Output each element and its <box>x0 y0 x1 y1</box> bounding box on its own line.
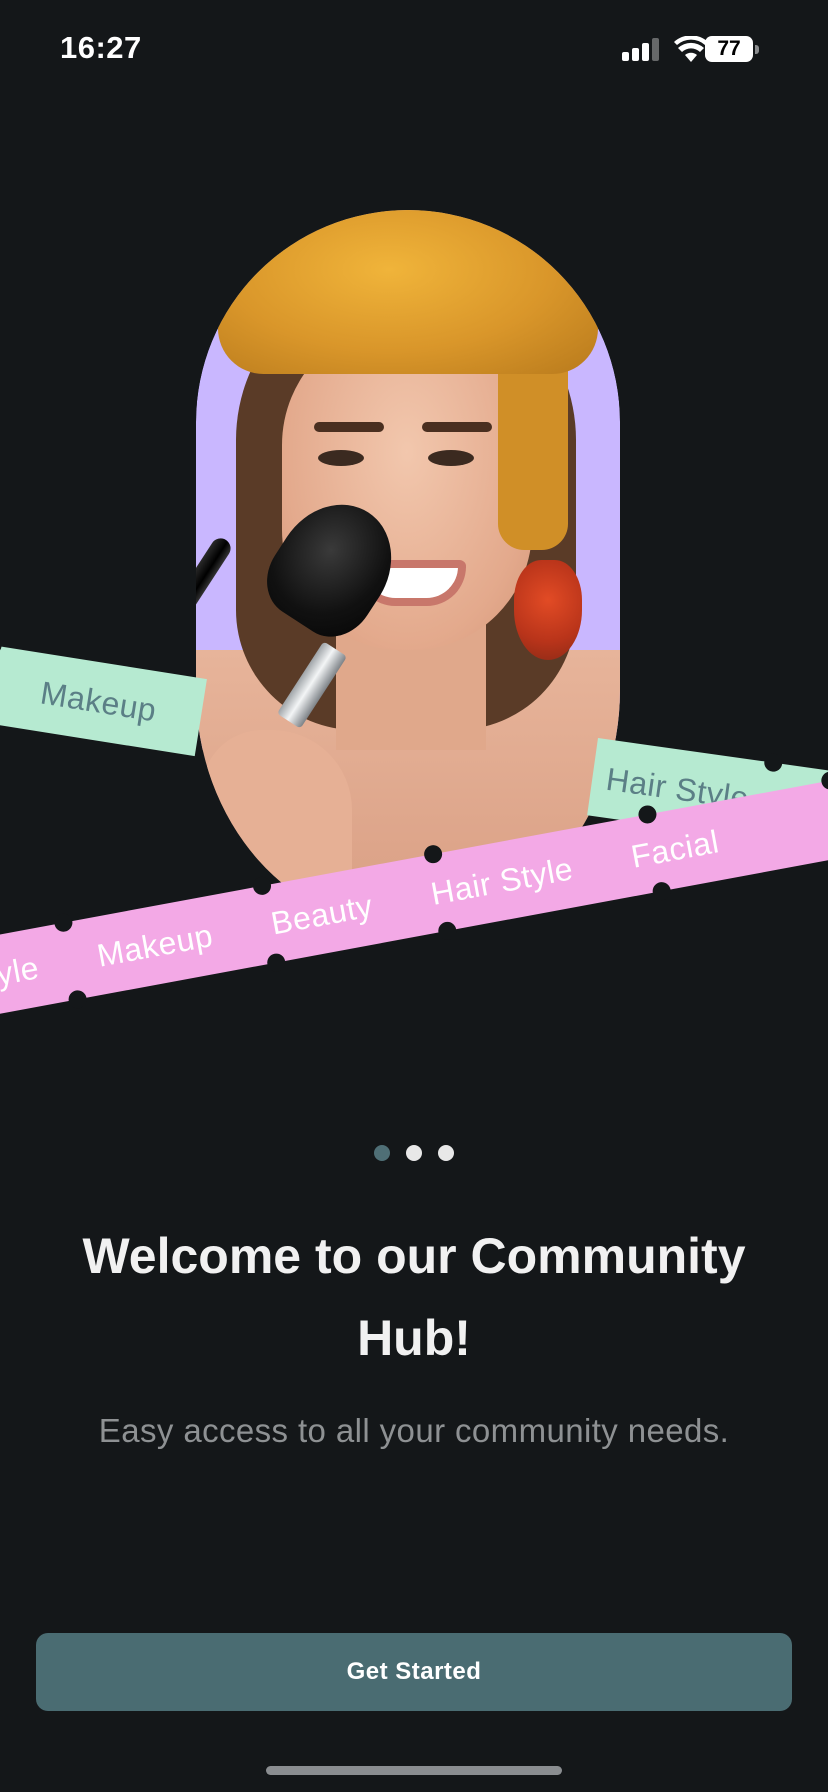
home-indicator[interactable] <box>266 1766 562 1775</box>
cellular-signal-icon <box>622 36 662 64</box>
page-dot[interactable] <box>406 1145 422 1161</box>
onboarding-title: Welcome to our Community Hub! <box>82 1228 746 1366</box>
ribbon-tag: Facial <box>628 822 722 875</box>
onboarding-screen: 16:27 77 Makeup Hair Style yle Makeup Be… <box>0 0 828 1792</box>
ribbon-tag: yle <box>0 948 42 992</box>
get-started-button[interactable]: Get Started <box>36 1633 792 1711</box>
page-dot-active[interactable] <box>374 1145 390 1161</box>
bottom-action-area: Get Started <box>0 1560 828 1792</box>
onboarding-subtitle: Easy access to all your community needs. <box>98 1412 730 1449</box>
ribbon-tag: Makeup <box>38 674 160 728</box>
page-dot[interactable] <box>438 1145 454 1161</box>
category-ribbon-mint-left: Makeup <box>0 634 207 757</box>
wifi-icon <box>674 35 708 64</box>
hero-illustration: Makeup Hair Style M yle Makeup Beauty Ha… <box>0 110 828 1017</box>
page-indicator <box>0 1145 828 1165</box>
status-time: 16:27 <box>60 30 142 65</box>
battery-icon: 77 <box>705 36 753 62</box>
battery-tip-icon <box>755 45 759 54</box>
status-bar: 16:27 77 <box>0 0 828 100</box>
woman-with-makeup-brush-photo <box>196 210 620 930</box>
ribbon-tag: Makeup <box>94 916 216 974</box>
